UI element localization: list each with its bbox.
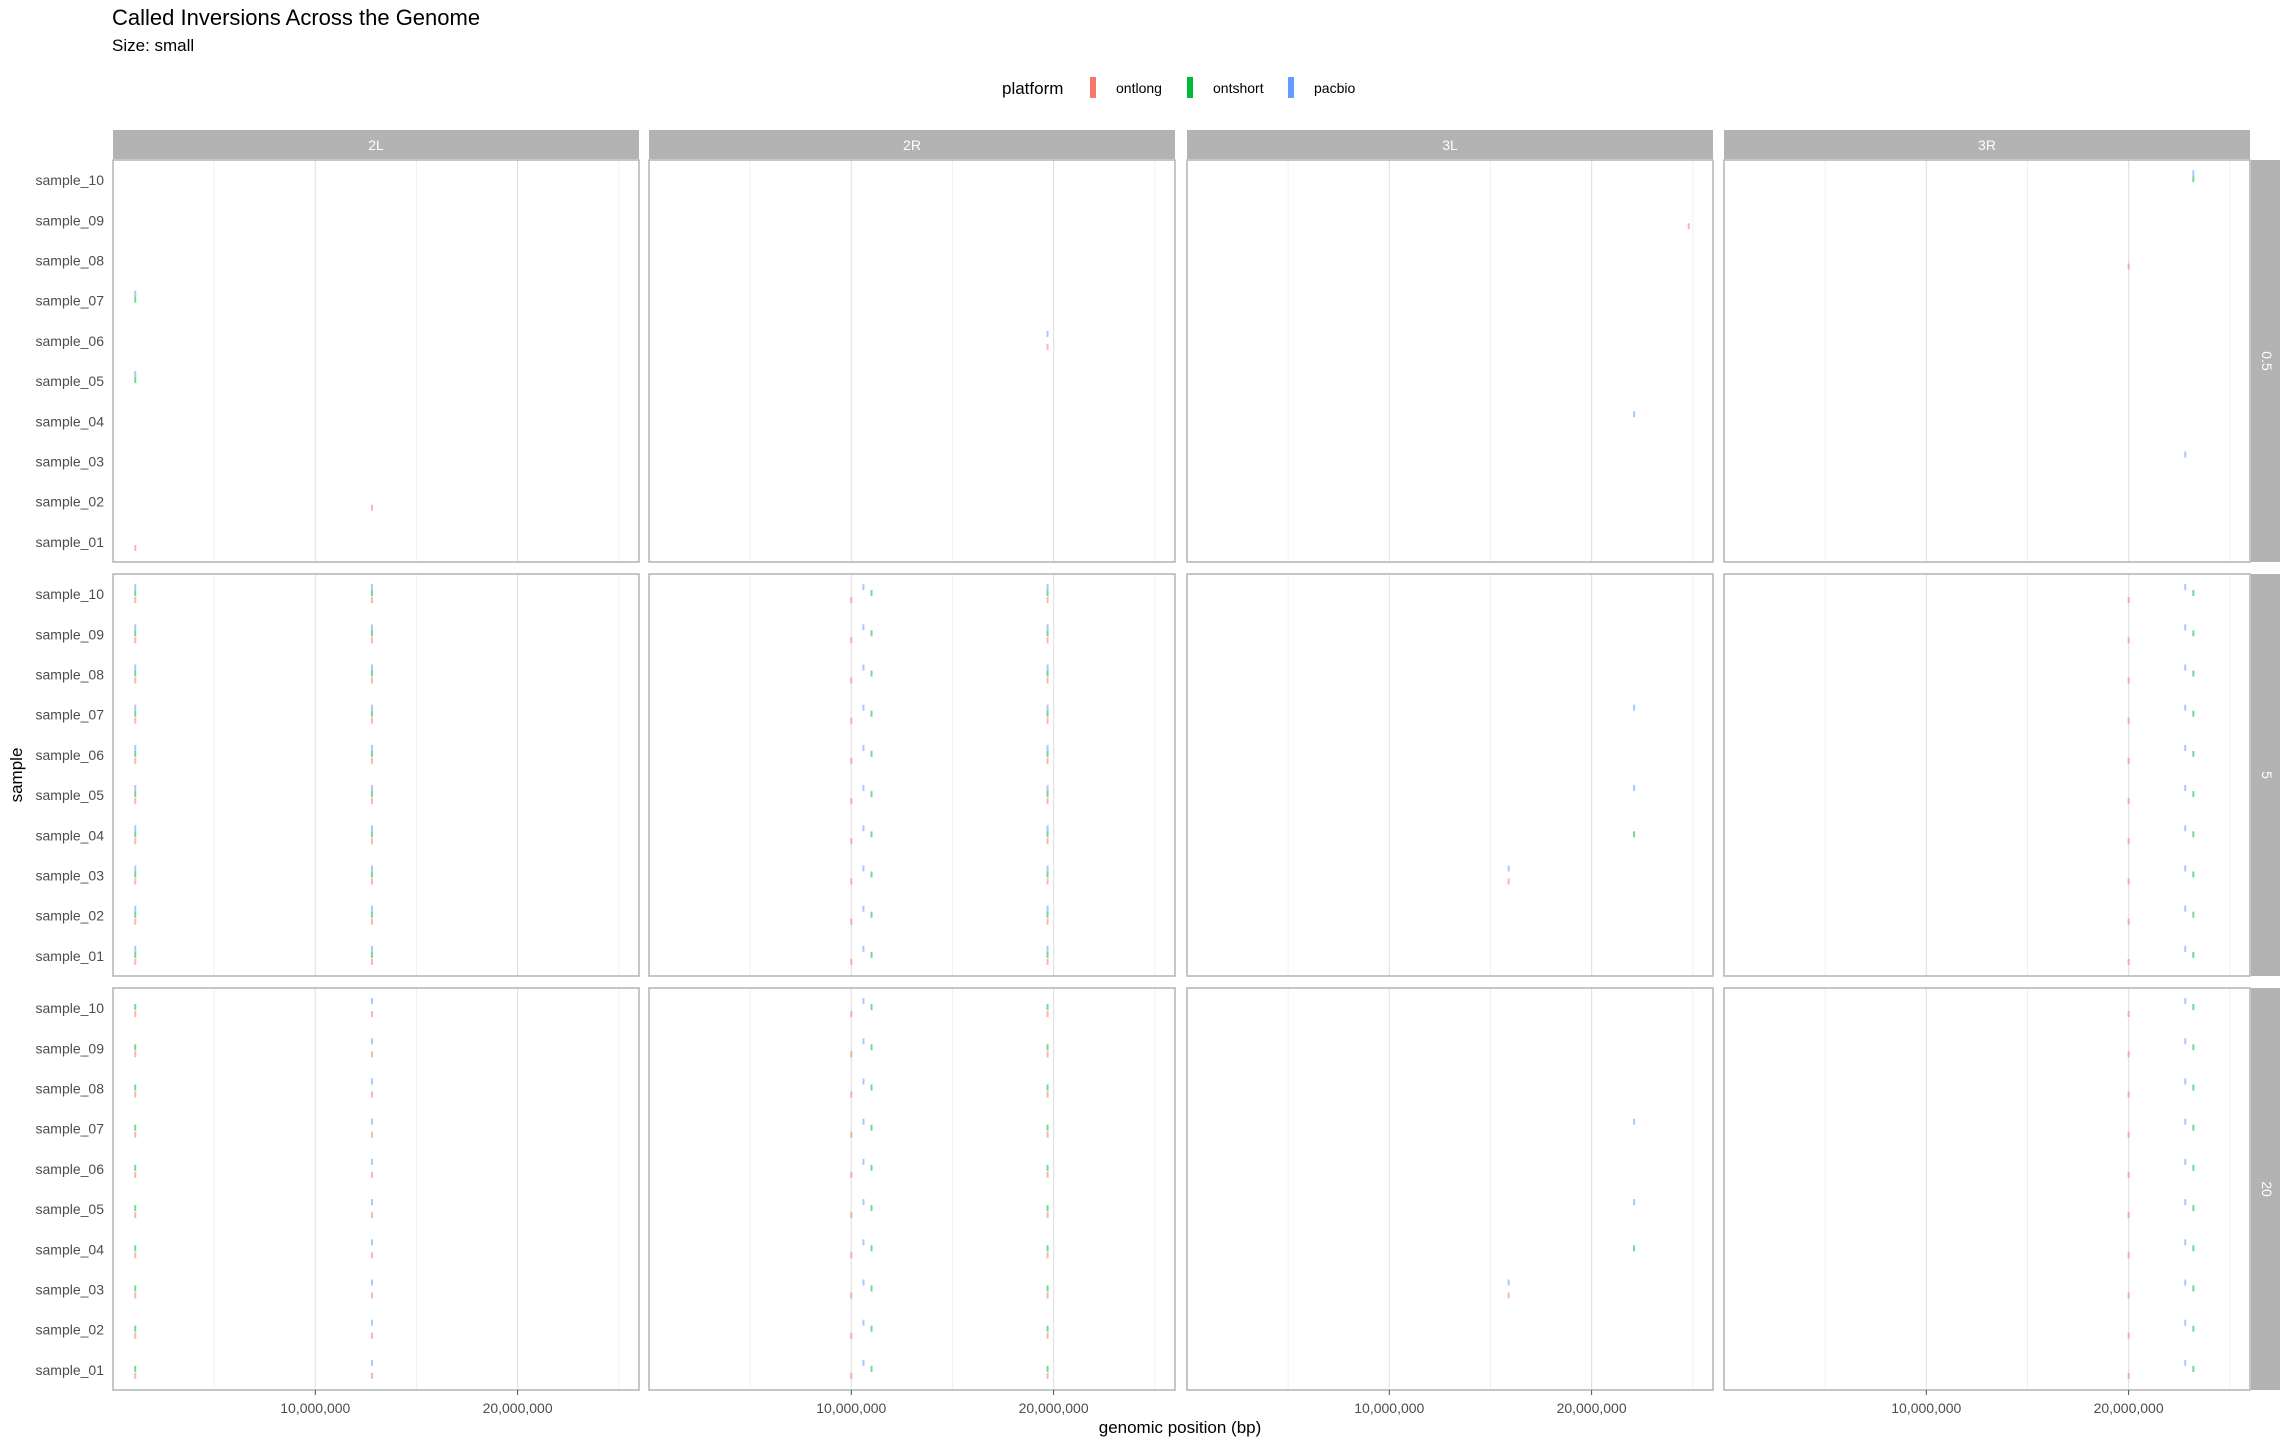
y-tick-label: sample_04 <box>36 413 105 429</box>
x-tick-label: 20,000,000 <box>2094 1400 2164 1416</box>
y-tick-label: sample_07 <box>36 1121 105 1137</box>
y-tick-label: sample_03 <box>36 1282 105 1298</box>
y-tick-label: sample_10 <box>36 172 105 188</box>
y-tick-label: sample_06 <box>36 333 105 349</box>
y-tick-label: sample_01 <box>36 1362 105 1378</box>
y-tick-label: sample_10 <box>36 586 105 602</box>
y-tick-label: sample_02 <box>36 1322 105 1338</box>
y-tick-label: sample_05 <box>36 787 105 803</box>
y-tick-label: sample_07 <box>36 707 105 723</box>
panel-background <box>1187 160 1713 562</box>
facet-row-strip-label-20: 20 <box>2259 1181 2275 1197</box>
y-tick-label: sample_02 <box>36 908 105 924</box>
y-tick-label: sample_08 <box>36 667 105 683</box>
y-axis-title: sample <box>7 748 26 803</box>
panel-background <box>113 988 639 1390</box>
legend-label-pacbio: pacbio <box>1314 80 1355 96</box>
facet-strip-label-3R: 3R <box>1978 137 1996 153</box>
x-tick-label: 10,000,000 <box>1354 1400 1424 1416</box>
chart-title: Called Inversions Across the Genome <box>112 5 480 30</box>
facet-row-strip-label-5: 5 <box>2259 771 2275 779</box>
y-tick-label: sample_01 <box>36 534 105 550</box>
facet-row-strip-label-0.5: 0.5 <box>2259 351 2275 371</box>
facet-panels: 2L 2R 3L 3R 0.5 5 20 sample_01 sample_02 sample_0… <box>36 130 2280 1416</box>
y-tick-label: sample_09 <box>36 626 105 642</box>
panel-background <box>649 574 1175 976</box>
y-tick-label: sample_05 <box>36 1201 105 1217</box>
x-tick-label: 20,000,000 <box>483 1400 553 1416</box>
chart-subtitle: Size: small <box>112 36 194 55</box>
facet-strip-label-2L: 2L <box>368 137 384 153</box>
y-tick-label: sample_09 <box>36 212 105 228</box>
faceted-scatter-chart: Called Inversions Across the Genome Size… <box>7 5 2280 1437</box>
legend-label-ontshort: ontshort <box>1213 80 1264 96</box>
y-tick-label: sample_05 <box>36 373 105 389</box>
y-tick-label: sample_02 <box>36 494 105 510</box>
panel-background <box>649 160 1175 562</box>
legend-label-ontlong: ontlong <box>1116 80 1162 96</box>
y-tick-label: sample_04 <box>36 827 105 843</box>
y-tick-label: sample_04 <box>36 1241 105 1257</box>
x-tick-label: 20,000,000 <box>1019 1400 1089 1416</box>
panel-background <box>649 988 1175 1390</box>
panel-background <box>1187 988 1713 1390</box>
y-tick-label: sample_10 <box>36 1000 105 1016</box>
y-tick-label: sample_08 <box>36 1081 105 1097</box>
panel-background <box>1187 574 1713 976</box>
x-axis-title: genomic position (bp) <box>1099 1418 1262 1437</box>
legend-key-ontshort <box>1187 77 1193 98</box>
y-tick-label: sample_03 <box>36 454 105 470</box>
y-tick-label: sample_06 <box>36 747 105 763</box>
panel-background <box>1724 574 2250 976</box>
x-tick-label: 10,000,000 <box>816 1400 886 1416</box>
facet-strip-label-3L: 3L <box>1442 137 1458 153</box>
x-tick-label: 10,000,000 <box>1891 1400 1961 1416</box>
y-tick-label: sample_03 <box>36 868 105 884</box>
panel-background <box>113 160 639 562</box>
panel-background <box>113 574 639 976</box>
y-tick-label: sample_01 <box>36 948 105 964</box>
y-tick-label: sample_09 <box>36 1040 105 1056</box>
y-tick-label: sample_08 <box>36 253 105 269</box>
legend: platform ontlong ontshort pacbio <box>1002 77 1355 98</box>
x-tick-label: 20,000,000 <box>1557 1400 1627 1416</box>
panel-background <box>1724 988 2250 1390</box>
y-tick-label: sample_06 <box>36 1161 105 1177</box>
panel-background <box>1724 160 2250 562</box>
legend-title: platform <box>1002 79 1063 98</box>
legend-key-pacbio <box>1288 77 1294 98</box>
y-tick-label: sample_07 <box>36 293 105 309</box>
x-tick-label: 10,000,000 <box>280 1400 350 1416</box>
facet-strip-label-2R: 2R <box>903 137 921 153</box>
legend-key-ontlong <box>1090 77 1096 98</box>
